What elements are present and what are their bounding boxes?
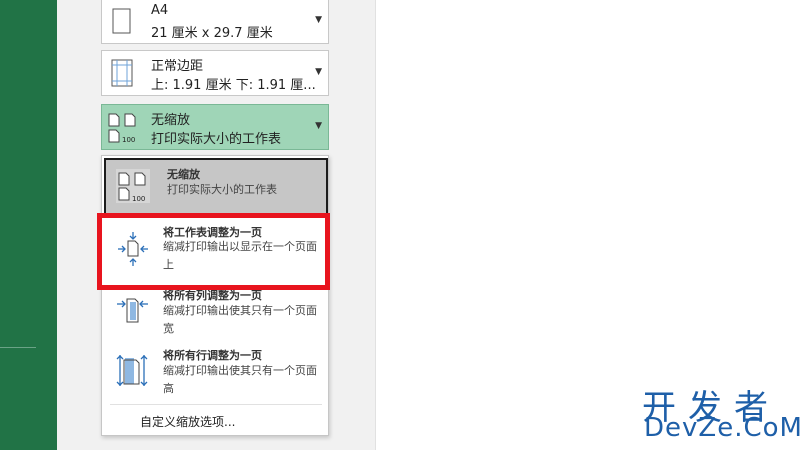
menu-separator: [110, 404, 322, 405]
paper-size-title: A4: [151, 3, 169, 18]
svg-text:100: 100: [122, 136, 135, 143]
custom-scaling-options-link[interactable]: 自定义缩放选项...: [140, 413, 235, 430]
chevron-down-icon: ▼: [315, 67, 322, 77]
menu-item-desc: 打印实际大小的工作表: [167, 183, 277, 196]
menu-item-fit-columns-one-page[interactable]: 将所有列调整为一页 缩减打印输出使其只有一个页面宽: [102, 282, 328, 342]
panel-divider: [375, 0, 376, 450]
scaling-options-menu: 100 无缩放 打印实际大小的工作表 将工作表调整为一页 缩减打印输出以显示在一…: [101, 155, 329, 436]
paper-size-icon: [112, 8, 131, 34]
no-scaling-icon: 100: [116, 169, 150, 203]
scaling-dropdown[interactable]: 100 无缩放 打印实际大小的工作表 ▼: [101, 104, 329, 150]
watermark-domain: DevZe.CoM: [644, 413, 800, 443]
menu-item-title: 无缩放: [167, 168, 200, 181]
backstage-sidebar: [0, 0, 57, 450]
scaling-title: 无缩放: [151, 113, 191, 128]
paper-size-dropdown[interactable]: A4 21 厘米 x 29.7 厘米 ▼: [101, 0, 329, 44]
no-scaling-icon: 100: [108, 113, 136, 143]
scaling-detail: 打印实际大小的工作表: [151, 132, 282, 147]
margins-dropdown[interactable]: 正常边距 上: 1.91 厘米 下: 1.91 厘... ▼: [101, 50, 329, 96]
menu-item-desc: 缩减打印输出使其只有一个页面高: [163, 364, 317, 395]
fit-rows-one-page-icon: [116, 355, 148, 386]
menu-item-fit-rows-one-page[interactable]: 将所有行调整为一页 缩减打印输出使其只有一个页面高: [102, 344, 328, 402]
menu-item-title: 将所有列调整为一页: [163, 289, 262, 302]
fit-sheet-one-page-icon: [118, 232, 148, 266]
svg-text:100: 100: [132, 195, 145, 203]
paper-size-dimensions: 21 厘米 x 29.7 厘米: [151, 26, 273, 41]
menu-item-title: 将所有行调整为一页: [163, 349, 262, 362]
menu-item-no-scaling[interactable]: 100 无缩放 打印实际大小的工作表: [104, 158, 328, 215]
chevron-down-icon: ▼: [315, 121, 322, 131]
chevron-down-icon: ▼: [315, 15, 322, 25]
fit-columns-one-page-icon: [117, 298, 148, 323]
sidebar-divider: [0, 347, 36, 348]
margins-title: 正常边距: [151, 59, 204, 74]
menu-item-desc: 缩减打印输出以显示在一个页面上: [163, 240, 317, 271]
menu-item-desc: 缩减打印输出使其只有一个页面宽: [163, 304, 317, 335]
menu-item-fit-sheet-one-page[interactable]: 将工作表调整为一页 缩减打印输出以显示在一个页面上: [102, 218, 328, 280]
margins-icon: [111, 59, 133, 87]
margins-detail: 上: 1.91 厘米 下: 1.91 厘...: [151, 78, 316, 93]
